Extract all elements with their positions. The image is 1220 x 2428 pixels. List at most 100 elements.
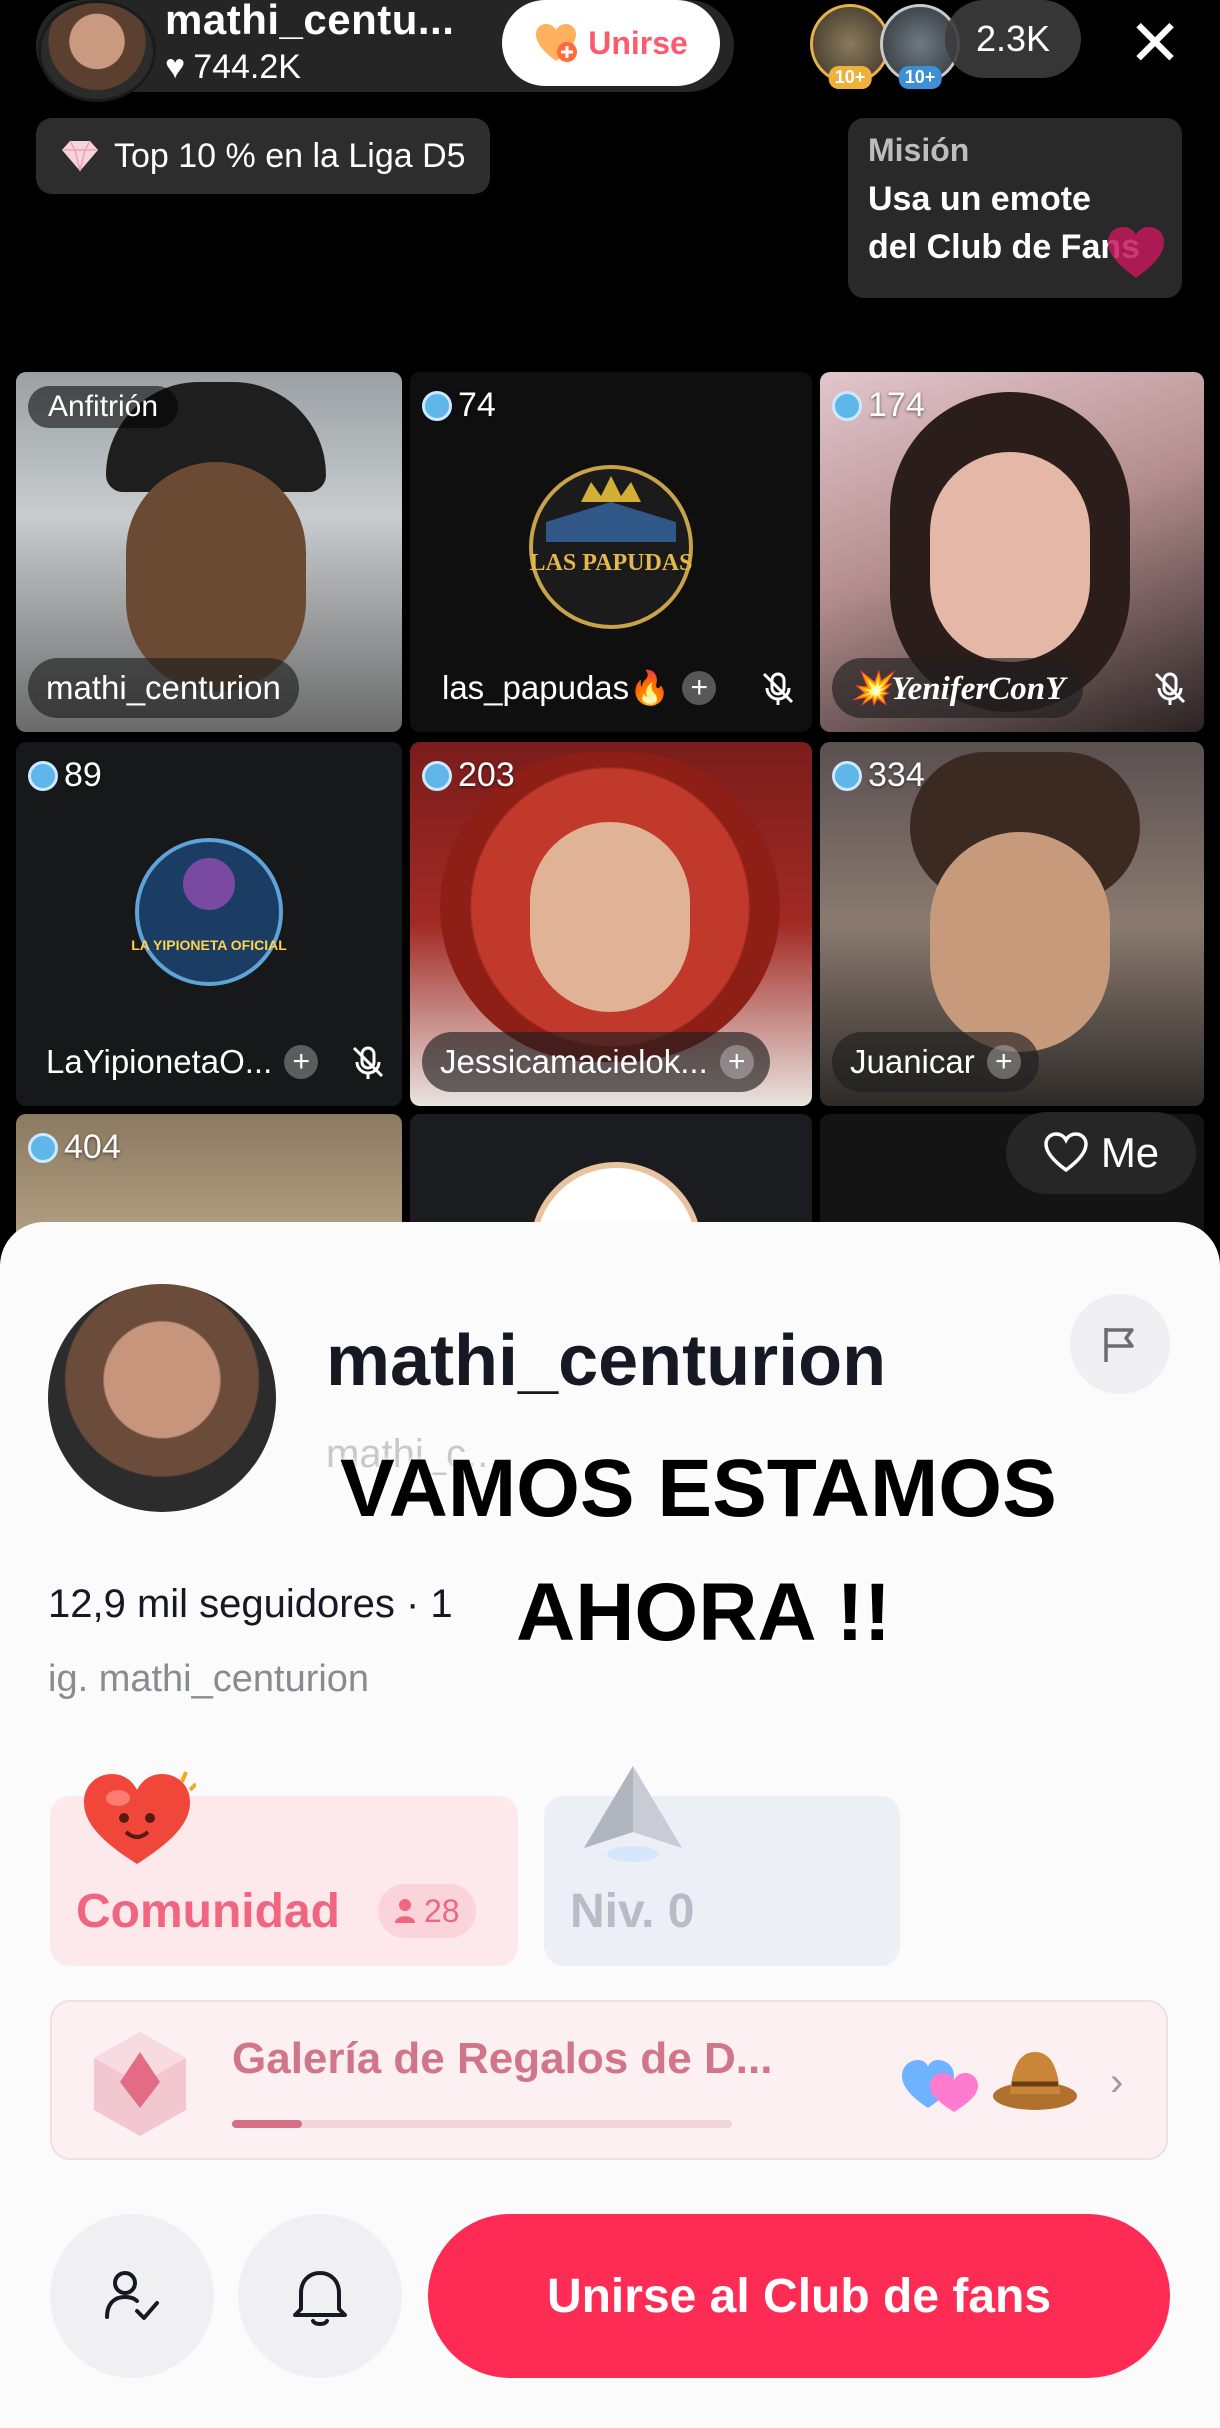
guest-name: mathi_centurion xyxy=(46,669,281,706)
mission-title: Misión xyxy=(868,132,970,168)
guest-tile[interactable]: LA YIPIONETA OFICIAL 89 LaYipionetaO... … xyxy=(16,742,402,1106)
heart-outline-icon xyxy=(1044,1132,1088,1173)
gift-gallery-gem-icon xyxy=(94,2032,186,2136)
guest-tile[interactable]: 174 💥YeniferConY xyxy=(820,372,1204,732)
face-shape xyxy=(930,832,1110,1052)
gift-hearts-icon xyxy=(902,2060,978,2112)
viewer-badge: 10+ xyxy=(828,66,872,89)
score-value: 174 xyxy=(868,386,925,424)
heart-plus-icon xyxy=(536,24,578,62)
close-icon[interactable]: ✕ xyxy=(1120,8,1190,78)
score-gem-icon xyxy=(832,760,862,791)
host-tag: Anfitrión xyxy=(28,386,179,428)
mic-off-icon xyxy=(762,672,794,705)
mission-card[interactable]: Misión Usa un emote del Club de Fans xyxy=(848,118,1182,298)
guest-name-chip[interactable]: LaYipionetaO... + xyxy=(28,1032,336,1092)
score-gem-icon xyxy=(422,390,452,421)
caption-overlay-line: VAMOS ESTAMOS xyxy=(340,1443,1057,1534)
mic-off-icon xyxy=(352,1046,384,1079)
notification-button[interactable] xyxy=(238,2214,402,2378)
top-viewer-avatar[interactable]: 10+ xyxy=(810,4,890,89)
report-button[interactable] xyxy=(1070,1294,1170,1394)
profile-sheet: mathi_centurion mathi_c... 12,9 mil segu… xyxy=(0,1222,1220,2428)
person-check-icon xyxy=(105,2271,159,2320)
community-heart-icon xyxy=(84,1771,196,1864)
level-arrow-icon xyxy=(584,1766,682,1862)
guest-tile[interactable]: LAS PAPUDAS 74 las_papudas🔥 + xyxy=(410,372,812,732)
follow-plus-icon[interactable]: + xyxy=(719,1045,754,1079)
score-value: 203 xyxy=(458,756,515,794)
diamond-icon xyxy=(62,140,98,172)
guest-score: 89 xyxy=(28,756,102,795)
join-button[interactable]: Unirse xyxy=(502,0,720,86)
host-likes: ♥ 744.2K xyxy=(165,48,301,87)
guest-score: 334 xyxy=(832,756,925,795)
caption-overlay-line: AHORA !! xyxy=(516,1567,892,1658)
logo-text: LAS PAPUDAS xyxy=(530,550,693,576)
me-button[interactable]: Me xyxy=(1006,1112,1196,1194)
guest-name-chip[interactable]: las_papudas🔥 + xyxy=(422,658,734,718)
gift-gallery-progress-fill xyxy=(232,2120,302,2128)
guest-name: LaYipionetaO... xyxy=(46,1043,273,1080)
me-label: Me xyxy=(1100,1129,1160,1176)
league-rank-badge[interactable]: Top 10 % en la Liga D5 xyxy=(36,118,490,194)
face-shape xyxy=(930,452,1090,662)
guest-name: las_papudas🔥 xyxy=(442,668,671,706)
guest-score: 174 xyxy=(832,386,925,425)
join-fan-club-button[interactable]: Unirse al Club de fans xyxy=(428,2214,1170,2378)
person-icon xyxy=(395,1899,415,1923)
profile-avatar[interactable] xyxy=(48,1284,276,1512)
guest-name-chip[interactable]: mathi_centurion xyxy=(28,658,299,718)
gift-gallery-title: Galería de Regalos de D... xyxy=(232,2034,773,2083)
papudas-logo: LAS PAPUDAS xyxy=(529,465,693,629)
follow-plus-icon[interactable]: + xyxy=(682,671,717,705)
guest-tile-host[interactable]: Anfitrión mathi_centurion xyxy=(16,372,402,732)
score-gem-icon xyxy=(422,760,452,791)
viewer-count[interactable]: 2.3K xyxy=(945,0,1081,78)
bell-icon xyxy=(293,2271,347,2326)
score-value: 334 xyxy=(868,756,925,794)
community-label: Comunidad xyxy=(76,1885,340,1938)
guest-name: Juanicar xyxy=(850,1043,975,1080)
host-name: mathi_centu... xyxy=(165,0,455,43)
score-value: 74 xyxy=(458,386,496,424)
gift-gallery-progress xyxy=(232,2120,732,2128)
guest-score: 203 xyxy=(422,756,515,795)
followers-text[interactable]: 12,9 mil seguidores · 1 xyxy=(48,1582,453,1627)
guest-name: Jessicamacielok... xyxy=(440,1043,708,1080)
profile-bio: ig. mathi_centurion xyxy=(48,1658,370,1700)
gift-cowboy-hat-icon xyxy=(993,2052,1077,2110)
score-gem-icon xyxy=(832,390,862,421)
chevron-right-icon[interactable]: › xyxy=(1110,2060,1123,2105)
score-gem-icon xyxy=(28,760,58,791)
community-member-count: 28 xyxy=(378,1884,476,1938)
league-text: Top 10 % en la Liga D5 xyxy=(114,136,466,175)
guest-tile[interactable]: 334 Juanicar + xyxy=(820,742,1204,1106)
score-value: 404 xyxy=(64,1128,121,1166)
score-gem-icon xyxy=(28,1132,58,1163)
join-label: Unirse xyxy=(588,24,688,61)
follow-plus-icon[interactable]: + xyxy=(986,1045,1021,1079)
community-count-value: 28 xyxy=(424,1892,460,1929)
mic-off-icon xyxy=(1154,672,1186,705)
follow-plus-icon[interactable]: + xyxy=(284,1045,319,1079)
yipioneta-logo: LA YIPIONETA OFICIAL xyxy=(131,838,287,986)
guest-name-chip[interactable]: Juanicar + xyxy=(832,1032,1039,1092)
guest-name-chip[interactable]: 💥YeniferConY xyxy=(832,658,1084,718)
follow-status-button[interactable] xyxy=(50,2214,214,2378)
score-value: 89 xyxy=(64,756,102,794)
flag-icon xyxy=(1104,1328,1134,1362)
guest-name: 💥YeniferConY xyxy=(850,670,1066,707)
fan-emote-icon xyxy=(1108,227,1164,278)
guest-name-chip[interactable]: Jessicamacielok... + xyxy=(422,1032,770,1092)
guest-score: 74 xyxy=(422,386,496,425)
heart-icon: ♥ xyxy=(165,48,186,86)
logo-text: LA YIPIONETA OFICIAL xyxy=(131,937,287,953)
viewer-badge: 10+ xyxy=(898,66,942,89)
guest-score: 404 xyxy=(28,1128,121,1167)
level-label: Niv. 0 xyxy=(570,1885,695,1938)
mission-text-line: Usa un emote xyxy=(868,180,1091,218)
host-avatar[interactable] xyxy=(38,0,156,102)
guest-tile[interactable]: 203 Jessicamacielok... + xyxy=(410,742,812,1106)
face-shape xyxy=(530,822,690,1012)
